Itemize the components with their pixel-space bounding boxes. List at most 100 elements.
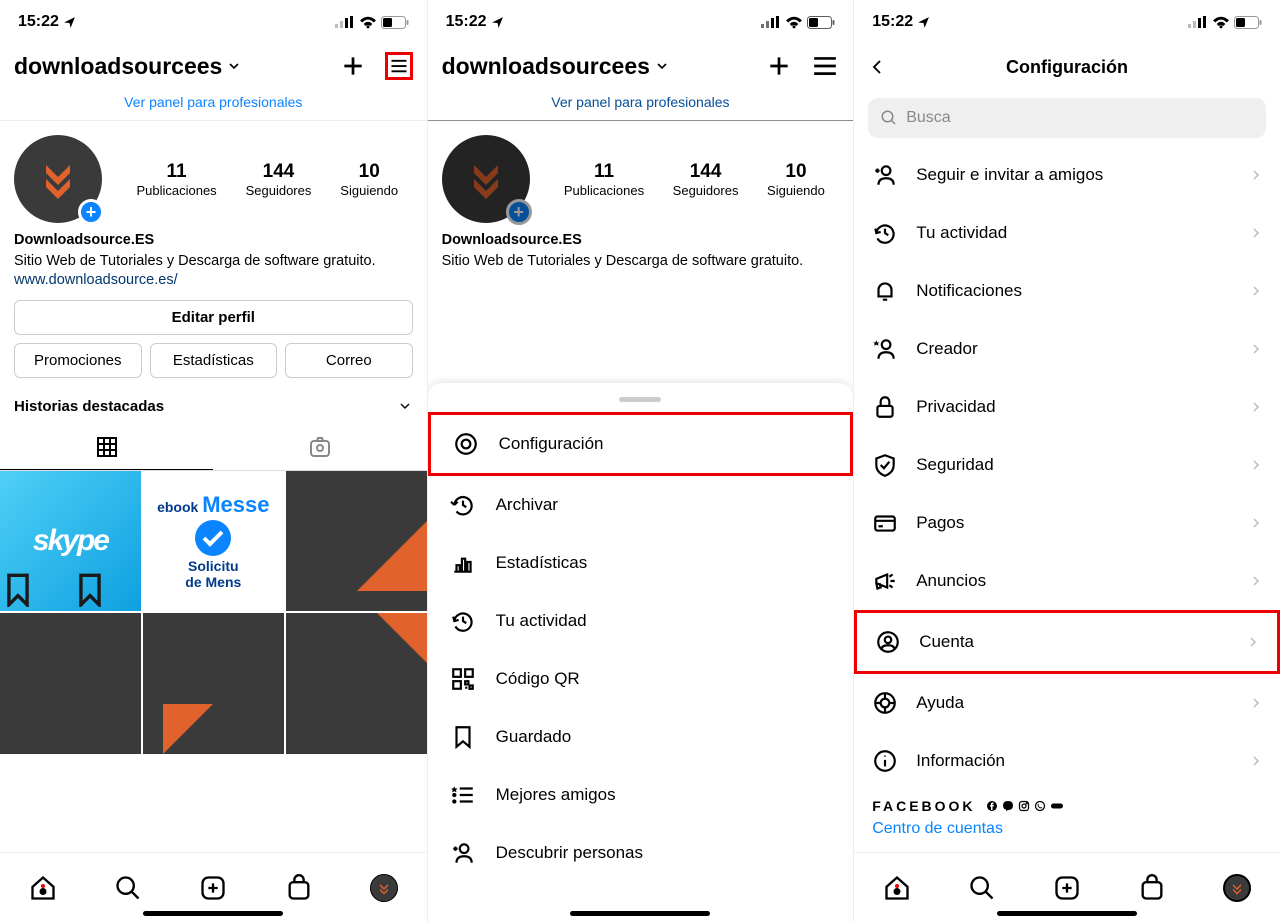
nav-search[interactable] [968,874,996,902]
t: de Mens [185,574,241,590]
avatar[interactable]: + [14,135,102,223]
post-thumbnail[interactable] [143,613,284,754]
nav-profile[interactable] [370,874,398,902]
tagged-icon [308,435,332,459]
menu-stats[interactable]: Estadísticas [428,534,854,592]
home-icon [883,874,911,902]
menu-discover[interactable]: Descubrir personas [428,824,854,882]
pro-panel-link[interactable]: Ver panel para profesionales [0,88,427,121]
username-switcher[interactable]: downloadsourcees [442,53,670,80]
nav-create[interactable] [1053,874,1081,902]
post-thumbnail[interactable] [286,471,427,612]
row-label: Anuncios [916,571,986,591]
avatar-logo-icon [462,155,510,203]
battery-icon [381,16,409,29]
location-icon [917,16,930,29]
chevron-right-icon [1250,753,1262,769]
menu-qr[interactable]: Código QR [428,650,854,708]
whatsapp-icon [1034,800,1046,812]
search-input[interactable]: Busca [868,98,1266,138]
menu-friends[interactable]: Mejores amigos [428,766,854,824]
create-button[interactable] [765,52,793,80]
pro-panel-link[interactable]: Ver panel para profesionales [428,88,854,121]
accounts-center-link[interactable]: Centro de cuentas [854,816,1280,854]
post-thumbnail[interactable] [286,613,427,754]
settings-privacy[interactable]: Privacidad [854,378,1280,436]
nav-home[interactable] [29,874,57,902]
tab-tagged[interactable] [213,425,426,470]
post-thumbnail[interactable]: skype [0,471,141,612]
chevron-right-icon [1247,634,1259,650]
back-button[interactable] [868,56,886,78]
nav-header: Configuración [854,44,1280,90]
menu-settings[interactable]: Configuración [428,412,854,476]
avatar[interactable]: + [442,135,530,223]
edit-profile-button[interactable]: Editar perfil [14,300,413,335]
chevron-right-icon [1250,341,1262,357]
menu-label: Archivar [496,495,558,515]
settings-creator[interactable]: Creador [854,320,1280,378]
stat-following[interactable]: 10Siguiendo [340,161,398,198]
nav-search[interactable] [114,874,142,902]
oculus-icon [1050,800,1064,812]
hamburger-button[interactable] [385,52,413,80]
post-text: skype [33,524,108,558]
help-icon [872,690,898,716]
post-thumbnail[interactable]: ebook MesseSolicitude Mens [143,471,284,612]
menu-activity[interactable]: Tu actividad [428,592,854,650]
settings-payments[interactable]: Pagos [854,494,1280,552]
nav-shop[interactable] [1138,874,1166,902]
nav-home[interactable] [883,874,911,902]
drag-handle[interactable] [619,397,661,402]
followers-number: 144 [246,161,312,183]
grid-icon [95,435,119,459]
profile-screen-with-menu: 15:22 downloadsourcees Ver panel para pr… [427,0,854,922]
create-button[interactable] [339,52,367,80]
settings-security[interactable]: Seguridad [854,436,1280,494]
post-thumbnail[interactable] [0,613,141,754]
menu-label: Descubrir personas [496,843,643,863]
qr-icon [450,666,476,692]
stat-posts[interactable]: 11Publicaciones [564,161,644,198]
settings-list: Seguir e invitar a amigos Tu actividad N… [854,146,1280,790]
add-story-badge[interactable]: + [506,199,532,225]
mail-button[interactable]: Correo [285,343,413,378]
stats-button[interactable]: Estadísticas [150,343,278,378]
signal-icon [1188,16,1208,28]
highlights-row[interactable]: Historias destacadas [0,388,427,425]
nav-shop[interactable] [285,874,313,902]
settings-ads[interactable]: Anuncios [854,552,1280,610]
hamburger-button[interactable] [811,52,839,80]
username-switcher[interactable]: downloadsourcees [14,53,242,80]
messenger-icon [1002,800,1014,812]
settings-follow[interactable]: Seguir e invitar a amigos [854,146,1280,204]
bio-link[interactable]: www.downloadsource.es/ [14,271,413,290]
menu-saved[interactable]: Guardado [428,708,854,766]
history-icon [450,492,476,518]
stat-posts[interactable]: 11Publicaciones [136,161,216,198]
tab-grid[interactable] [0,425,213,470]
l: Publicaciones [564,183,644,198]
settings-notifications[interactable]: Notificaciones [854,262,1280,320]
shield-icon [872,452,898,478]
nav-profile[interactable] [1223,874,1251,902]
settings-activity[interactable]: Tu actividad [854,204,1280,262]
settings-help[interactable]: Ayuda [854,674,1280,732]
chevron-right-icon [1250,695,1262,711]
menu-archive[interactable]: Archivar [428,476,854,534]
home-indicator [997,911,1137,916]
promotions-button[interactable]: Promociones [14,343,142,378]
bio-description: Sitio Web de Tutoriales y Descarga de so… [14,252,413,271]
add-story-badge[interactable]: + [78,199,104,225]
row-label: Cuenta [919,632,974,652]
menu-label: Tu actividad [496,611,587,631]
stat-followers[interactable]: 144Seguidores [673,161,739,198]
settings-info[interactable]: Información [854,732,1280,790]
menu-label: Mejores amigos [496,785,616,805]
nav-create[interactable] [199,874,227,902]
stat-following[interactable]: 10Siguiendo [767,161,825,198]
posts-number: 11 [136,161,216,183]
avatar-logo-icon [34,155,82,203]
stat-followers[interactable]: 144Seguidores [246,161,312,198]
settings-account[interactable]: Cuenta [854,610,1280,674]
